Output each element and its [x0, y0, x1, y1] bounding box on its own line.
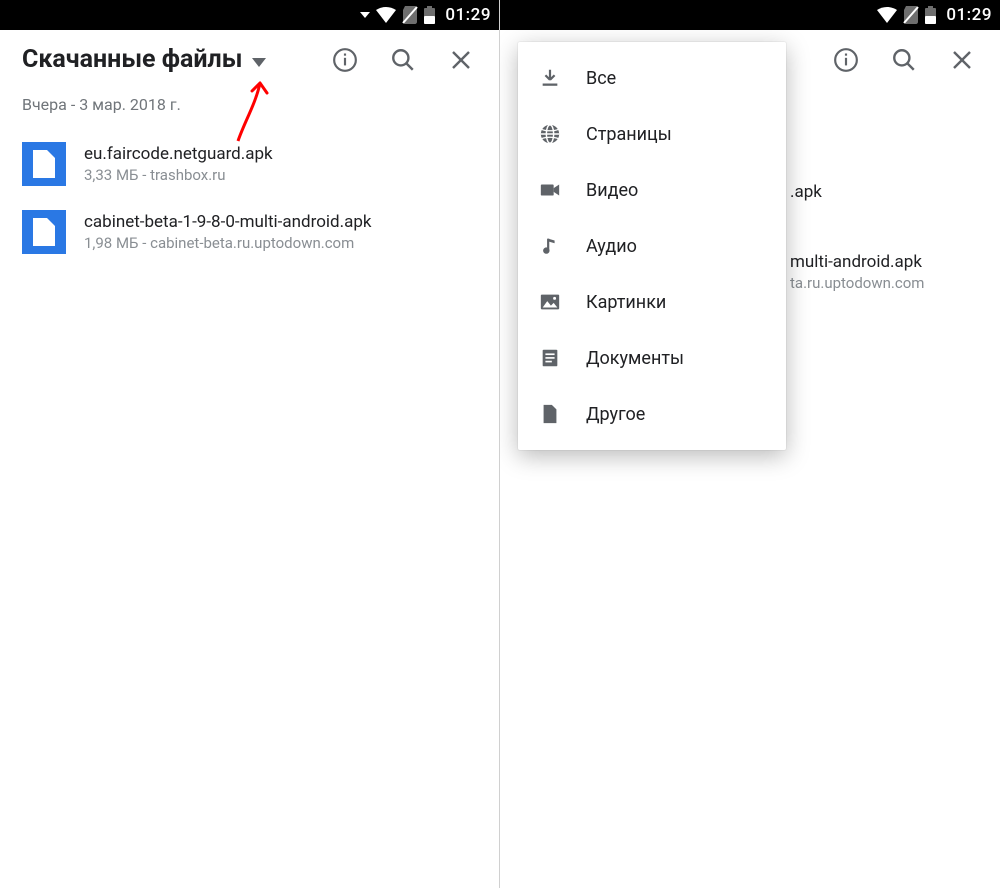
- screen-right: 01:29 .apk multi-android.apk ta.ru.uptod…: [500, 0, 1000, 888]
- status-bar: 01:29: [500, 0, 1000, 30]
- file-type-icon: [22, 210, 66, 254]
- menu-item-label: Все: [586, 68, 616, 89]
- menu-item-label: Видео: [586, 180, 638, 201]
- close-icon: [449, 48, 473, 72]
- video-icon: [538, 178, 562, 202]
- file-subtitle-partial: ta.ru.uptodown.com: [790, 274, 924, 292]
- filter-option-all[interactable]: Все: [518, 50, 786, 106]
- filter-option-video[interactable]: Видео: [518, 162, 786, 218]
- file-list: eu.faircode.netguard.apk 3,33 МБ - trash…: [0, 120, 499, 276]
- dropdown-indicator-icon: [360, 10, 370, 20]
- filter-option-pages[interactable]: Страницы: [518, 106, 786, 162]
- status-bar: 01:29: [0, 0, 499, 30]
- close-icon: [950, 48, 974, 72]
- search-icon: [891, 47, 917, 73]
- filter-option-images[interactable]: Картинки: [518, 274, 786, 330]
- file-name: cabinet-beta-1-9-8-0-multi-android.apk: [84, 212, 477, 232]
- filter-option-documents[interactable]: Документы: [518, 330, 786, 386]
- close-button[interactable]: [447, 46, 475, 74]
- close-button[interactable]: [948, 46, 976, 74]
- search-button[interactable]: [389, 46, 417, 74]
- search-button[interactable]: [890, 46, 918, 74]
- status-time: 01:29: [946, 5, 992, 25]
- info-icon: [332, 47, 358, 73]
- file-icon: [33, 218, 55, 246]
- status-time: 01:29: [445, 5, 491, 25]
- search-icon: [390, 47, 416, 73]
- file-name-partial: multi-android.apk: [790, 252, 924, 272]
- file-type-icon: [22, 142, 66, 186]
- menu-item-label: Аудио: [586, 236, 637, 257]
- file-name: eu.faircode.netguard.apk: [84, 144, 477, 164]
- menu-item-label: Картинки: [586, 292, 666, 313]
- file-subtitle: 3,33 МБ - trashbox.ru: [84, 166, 477, 184]
- menu-item-label: Документы: [586, 348, 684, 369]
- no-sim-icon: [903, 6, 919, 24]
- chevron-down-icon: [252, 53, 266, 72]
- battery-icon: [424, 6, 435, 24]
- date-section-header: Вчера - 3 мар. 2018 г.: [0, 85, 499, 120]
- file-icon: [538, 402, 562, 426]
- battery-icon: [925, 6, 936, 24]
- info-button[interactable]: [832, 46, 860, 74]
- app-bar: Скачанные файлы: [0, 30, 499, 85]
- download-icon: [538, 66, 562, 90]
- info-icon: [833, 47, 859, 73]
- audio-icon: [538, 234, 562, 258]
- screen-left: 01:29 Скачанные файлы Вчера - 3 мар. 201…: [0, 0, 500, 888]
- globe-icon: [538, 122, 562, 146]
- document-icon: [538, 346, 562, 370]
- filter-option-audio[interactable]: Аудио: [518, 218, 786, 274]
- filter-dropdown-menu: Все Страницы Видео Аудио Картинки: [518, 42, 786, 450]
- menu-item-label: Страницы: [586, 124, 672, 145]
- file-row[interactable]: cabinet-beta-1-9-8-0-multi-android.apk 1…: [12, 198, 487, 266]
- no-sim-icon: [402, 6, 418, 24]
- image-icon: [538, 290, 562, 314]
- menu-item-label: Другое: [586, 404, 645, 425]
- filter-option-other[interactable]: Другое: [518, 386, 786, 442]
- title-dropdown[interactable]: Скачанные файлы: [22, 46, 331, 75]
- info-button[interactable]: [331, 46, 359, 74]
- file-name-partial: .apk: [790, 182, 822, 202]
- file-row[interactable]: eu.faircode.netguard.apk 3,33 МБ - trash…: [12, 130, 487, 198]
- wifi-icon: [877, 7, 897, 23]
- page-title: Скачанные файлы: [22, 46, 242, 75]
- file-subtitle: 1,98 МБ - cabinet-beta.ru.uptodown.com: [84, 234, 477, 252]
- wifi-icon: [376, 7, 396, 23]
- file-icon: [33, 150, 55, 178]
